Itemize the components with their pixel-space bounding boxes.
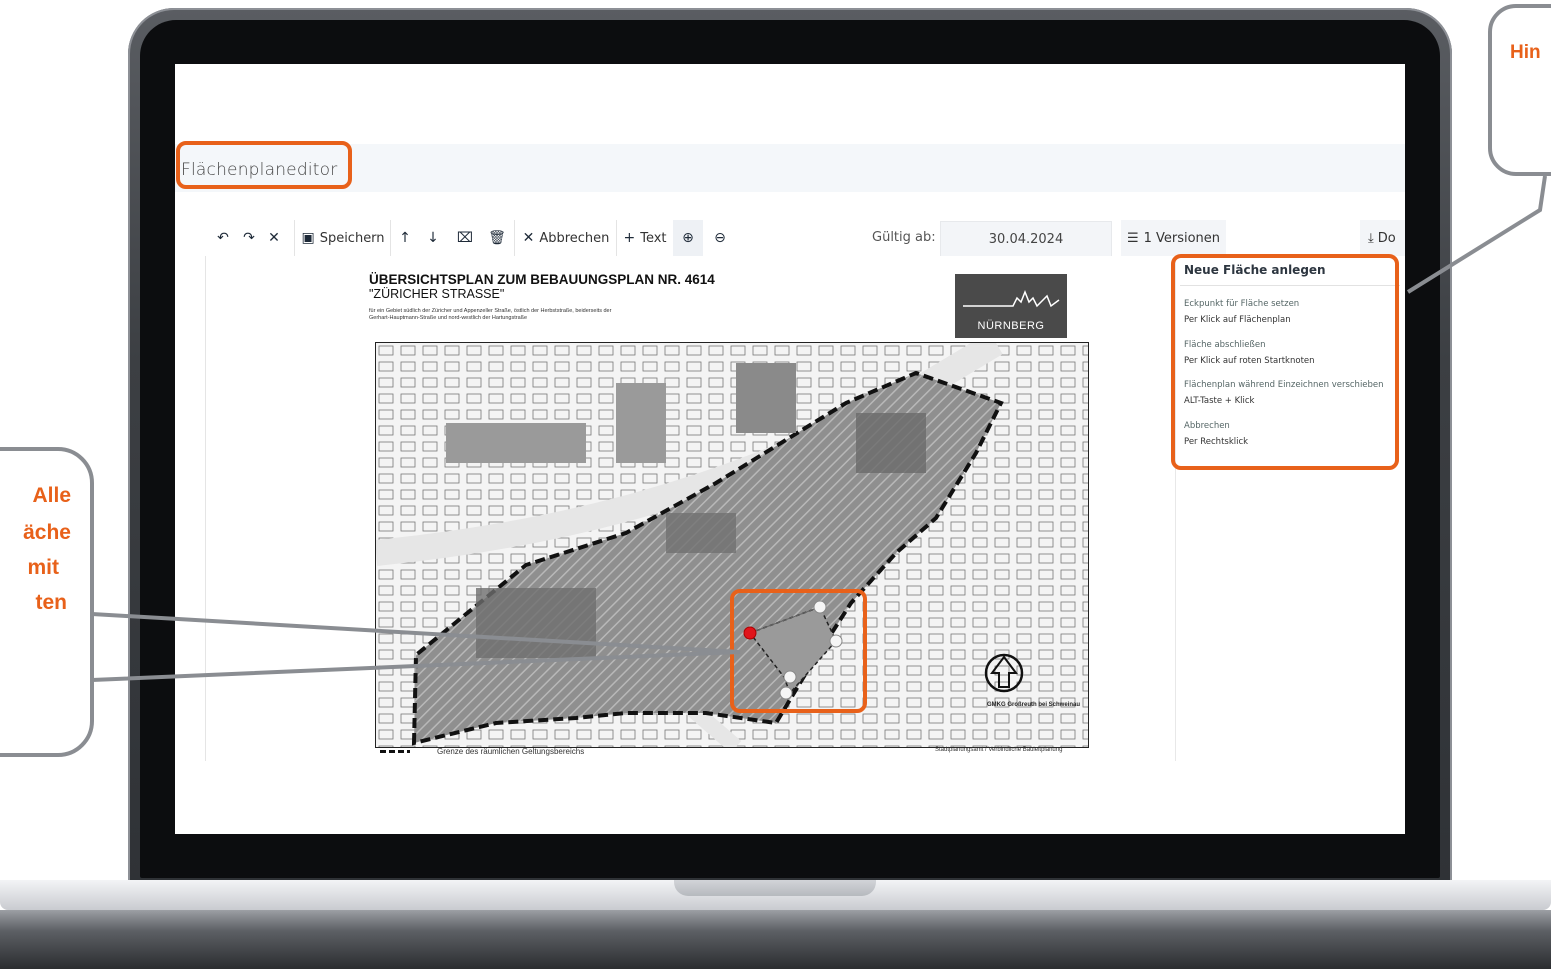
callout-left-line-2: äche	[23, 521, 71, 544]
callout-left-line-1: Alle	[32, 484, 71, 507]
callout-left-line-3: mit	[27, 556, 60, 579]
callout-right-text: Hin	[1510, 42, 1541, 63]
callout-right	[1488, 4, 1551, 176]
callout-left-line-4: ten	[35, 591, 68, 614]
callout-connectors	[91, 175, 1547, 682]
